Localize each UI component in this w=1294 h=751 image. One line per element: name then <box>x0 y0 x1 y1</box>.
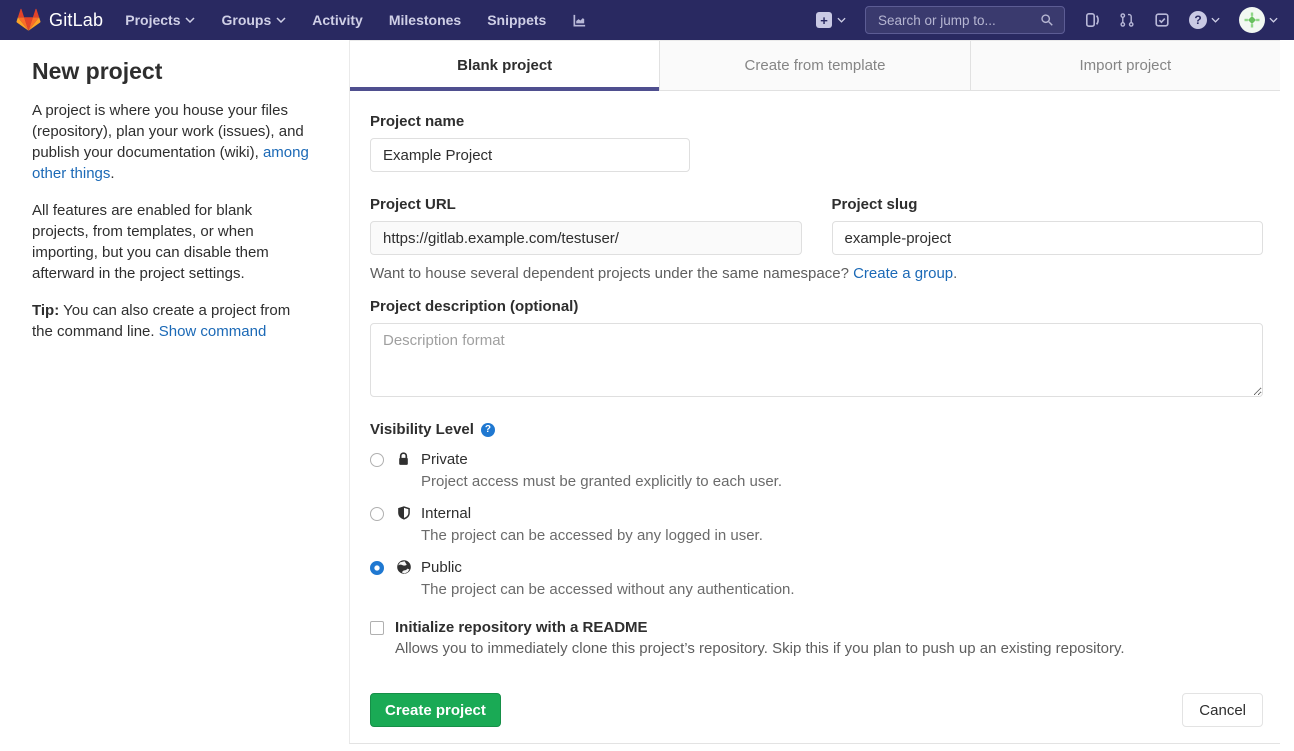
show-command-link[interactable]: Show command <box>159 323 267 340</box>
create-project-button[interactable]: Create project <box>370 693 501 727</box>
visibility-option-public: Public The project can be accessed witho… <box>370 557 1263 600</box>
public-radio[interactable] <box>370 561 384 575</box>
gitlab-tanuki-logo-icon <box>16 8 41 32</box>
project-name-input[interactable] <box>370 138 690 172</box>
chevron-down-icon <box>185 17 195 23</box>
project-name-label: Project name <box>370 113 1263 130</box>
new-project-sidebar: New project A project is where you house… <box>0 40 349 744</box>
visibility-help-icon[interactable]: ? <box>481 423 495 437</box>
tab-create-from-template[interactable]: Create from template <box>660 41 970 90</box>
internal-option-description: The project can be accessed by any logge… <box>421 525 763 546</box>
nav-item-projects[interactable]: Projects <box>125 12 195 28</box>
project-type-tabs: Blank project Create from template Impor… <box>350 41 1280 91</box>
form-actions: Create project Cancel <box>370 693 1263 727</box>
initialize-readme-checkbox[interactable] <box>370 621 384 635</box>
new-item-dropdown[interactable]: + <box>816 12 846 28</box>
new-project-panel: Blank project Create from template Impor… <box>349 40 1280 744</box>
tip-paragraph: Tip: You can also create a project from … <box>32 300 311 342</box>
user-avatar <box>1239 7 1265 33</box>
search-icon <box>1040 13 1054 27</box>
tab-blank-project[interactable]: Blank project <box>350 41 660 90</box>
main-menu: Projects Groups Activity Milestones Snip… <box>125 12 587 28</box>
issues-icon[interactable] <box>1084 12 1100 28</box>
page-body: New project A project is where you house… <box>0 40 1294 744</box>
private-radio[interactable] <box>370 453 384 467</box>
readme-label[interactable]: Initialize repository with a README <box>395 617 1125 638</box>
tab-import-project[interactable]: Import project <box>971 41 1280 90</box>
page-title: New project <box>32 58 311 85</box>
globe-icon <box>395 557 412 579</box>
project-description-textarea[interactable] <box>370 323 1263 397</box>
private-option-name[interactable]: Private <box>421 449 782 471</box>
search-input[interactable] <box>876 12 1040 29</box>
blank-project-form: Project name Project URL Project slug Wa… <box>350 91 1280 743</box>
gitlab-home-link[interactable]: GitLab <box>16 8 103 32</box>
user-menu[interactable] <box>1239 7 1278 33</box>
visibility-option-internal: Internal The project can be accessed by … <box>370 503 1263 546</box>
public-option-name[interactable]: Public <box>421 557 795 579</box>
chevron-down-icon <box>1269 17 1278 23</box>
tip-label: Tip: <box>32 302 59 319</box>
brand-name: GitLab <box>49 10 103 31</box>
nav-item-groups[interactable]: Groups <box>221 12 286 28</box>
shield-icon <box>395 503 412 525</box>
intro-paragraph: A project is where you house your files … <box>32 100 311 184</box>
chevron-down-icon <box>276 17 286 23</box>
readme-option: Initialize repository with a README Allo… <box>370 617 1263 659</box>
readme-description: Allows you to immediately clone this pro… <box>395 638 1125 659</box>
visibility-level-label: Visibility Level ? <box>370 421 1263 438</box>
merge-request-icon[interactable] <box>1119 12 1135 28</box>
top-navbar: GitLab Projects Groups Activity Mileston… <box>0 0 1294 40</box>
project-description-label: Project description (optional) <box>370 298 1263 315</box>
cancel-button[interactable]: Cancel <box>1182 693 1263 727</box>
lock-icon <box>395 449 412 471</box>
create-a-group-link[interactable]: Create a group <box>853 265 953 282</box>
nav-item-snippets[interactable]: Snippets <box>487 12 546 28</box>
project-slug-input[interactable] <box>832 221 1264 255</box>
help-dropdown[interactable]: ? <box>1189 11 1220 29</box>
global-search <box>865 6 1065 34</box>
private-option-description: Project access must be granted explicitl… <box>421 471 782 492</box>
internal-option-name[interactable]: Internal <box>421 503 763 525</box>
namespace-hint: Want to house several dependent projects… <box>370 265 1263 282</box>
project-url-input[interactable] <box>370 221 802 255</box>
navbar-right-cluster: + <box>816 6 1278 34</box>
help-question-icon: ? <box>1189 11 1207 29</box>
analytics-chart-icon[interactable] <box>572 13 587 28</box>
chevron-down-icon <box>837 17 846 23</box>
features-paragraph: All features are enabled for blank proje… <box>32 200 311 284</box>
todos-icon[interactable] <box>1154 12 1170 28</box>
project-slug-label: Project slug <box>832 196 1264 213</box>
plus-square-icon: + <box>816 12 832 28</box>
url-slug-row: Project URL Project slug <box>370 196 1263 255</box>
chevron-down-icon <box>1211 17 1220 23</box>
project-url-label: Project URL <box>370 196 802 213</box>
public-option-description: The project can be accessed without any … <box>421 579 795 600</box>
nav-item-activity[interactable]: Activity <box>312 12 363 28</box>
internal-radio[interactable] <box>370 507 384 521</box>
visibility-option-private: Private Project access must be granted e… <box>370 449 1263 492</box>
nav-item-milestones[interactable]: Milestones <box>389 12 461 28</box>
